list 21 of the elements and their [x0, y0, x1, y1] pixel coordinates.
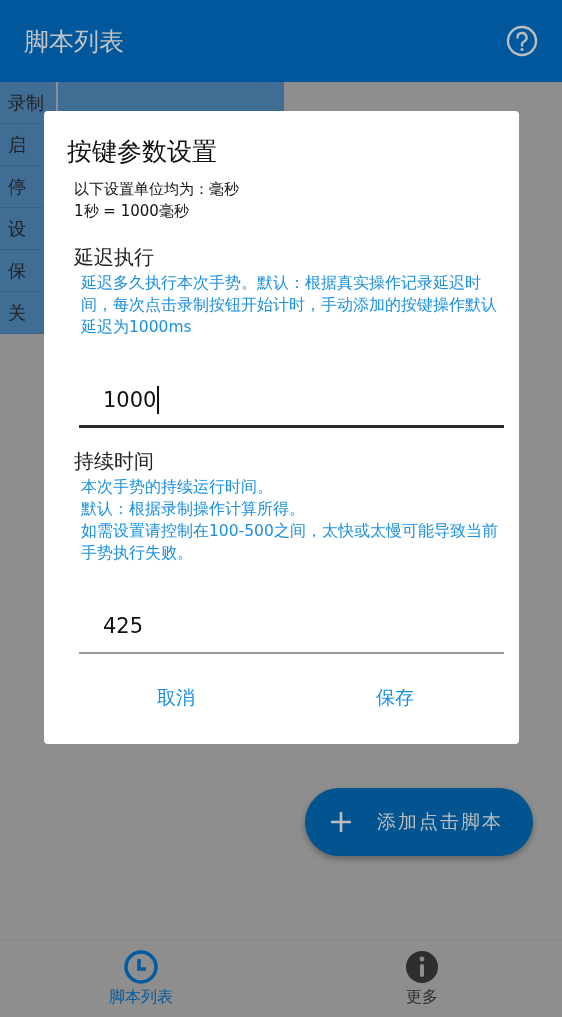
field-label: 延迟执行 [74, 244, 155, 271]
help-text: 默认：根据录制操作计算所得。 [81, 499, 306, 520]
save-button[interactable]: 保存 [285, 674, 504, 722]
help-icon[interactable] [506, 25, 538, 57]
help-text: 本次手势的持续运行时间。 [81, 477, 274, 498]
nav-tab[interactable]: 脚本列表 [0, 940, 281, 1017]
input-field[interactable]: 425 [79, 600, 504, 654]
cancel-button[interactable]: 取消 [67, 674, 286, 722]
field-label: 持续时间 [74, 448, 155, 475]
plus-icon [329, 810, 353, 834]
help-text: 如需设置请控制在100-500之间，太快或太慢可能导致当前手势执行失败。 [81, 521, 499, 564]
dialog-title: 按键参数设置 [67, 136, 218, 168]
add-script-button[interactable]: 添加点击脚本 [305, 788, 533, 856]
unit-note: 1秒 = 1000毫秒 [74, 201, 190, 222]
nav-tab[interactable]: 更多 [281, 940, 562, 1017]
help-text: 延迟多久执行本次手势。默认：根据真实操作记录延迟时间，每次点击录制按钮开始计时，手动添加的按键操作默认延迟为1000ms [81, 273, 498, 338]
info-icon [403, 949, 440, 985]
app-title: 脚本列表 [24, 25, 124, 58]
clock-icon [122, 949, 159, 985]
input-field[interactable]: 1000 [79, 374, 504, 428]
unit-note: 以下设置单位均为：毫秒 [74, 179, 240, 200]
